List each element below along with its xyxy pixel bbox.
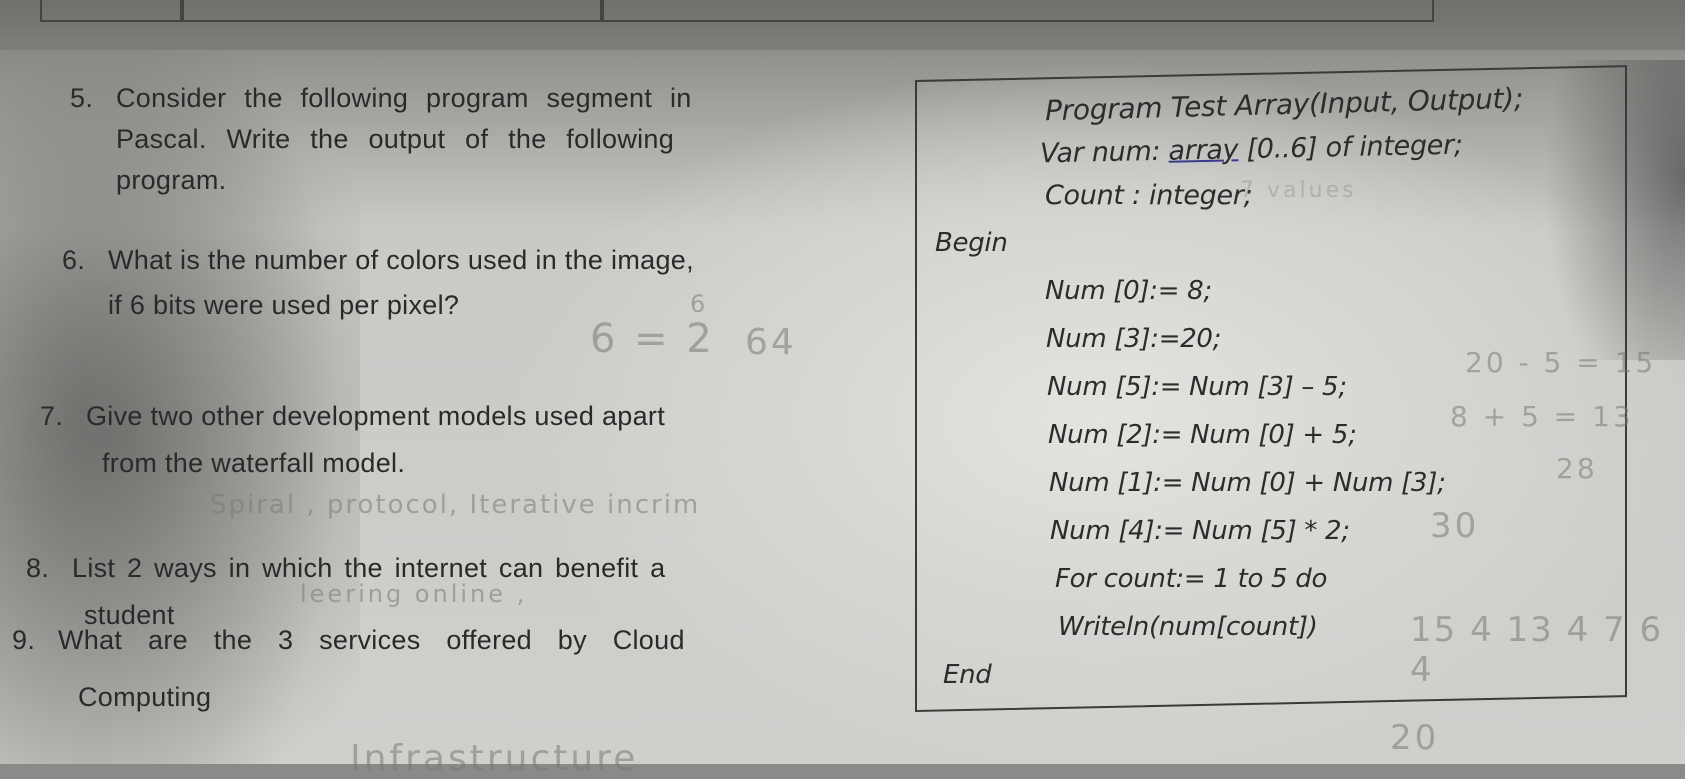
handwritten-calc: 30 <box>1430 506 1480 546</box>
handwritten-q7-answer: Spiral , protocol, Iterative incrim <box>210 490 701 520</box>
statement-line: Num [1]:= Num [0] + Num [3]; <box>1049 468 1446 498</box>
handwritten-calc: 28 <box>1556 452 1598 485</box>
statement-line: Num [5]:= Num [3] – 5; <box>1047 372 1347 402</box>
question-text-line: program. <box>116 165 227 195</box>
question-5: 5. Consider the following program segment… <box>70 78 692 201</box>
handwritten-calc: 8 + 5 = 13 <box>1450 400 1634 433</box>
question-number: 6. <box>62 245 86 275</box>
question-text-line: Give two other development models used a… <box>86 401 666 431</box>
handwritten-scribble: 7 values <box>1240 178 1357 203</box>
question-text-line: Pascal. Write the output of the followin… <box>116 124 675 154</box>
question-6: 6. What is the number of colors used in t… <box>62 240 694 326</box>
handwritten-q6-answer: 64 <box>745 322 797 363</box>
previous-table-cell <box>180 0 604 22</box>
statement-line: Num [3]:=20; <box>1046 324 1222 354</box>
var-prefix: Var num: <box>1039 135 1169 170</box>
writeln-line: Writeln(num[count]) <box>1058 612 1318 642</box>
var-keyword-underlined: array <box>1168 134 1239 167</box>
question-text-line: Computing <box>78 682 212 712</box>
previous-table-cell <box>600 0 1434 22</box>
for-loop-line: For count:= 1 to 5 do <box>1055 564 1328 594</box>
handwritten-q9-answer: Infrastructure <box>350 738 639 779</box>
question-text-line: List 2 ways in which the internet can be… <box>72 553 666 583</box>
question-number: 5. <box>70 83 94 113</box>
question-number: 7. <box>40 401 64 431</box>
statement-line: Num [0]:= 8; <box>1045 276 1212 306</box>
statement-line: Num [4]:= Num [5] * 2; <box>1050 516 1350 546</box>
question-7: 7. Give two other development models used… <box>40 396 665 484</box>
handwritten-calc: 20 - 5 = 15 <box>1465 346 1657 379</box>
handwritten-q8-answer: leering online , <box>300 580 528 608</box>
question-number: 8. <box>26 553 50 583</box>
end-keyword: End <box>943 660 992 690</box>
handwritten-digits: 20 <box>1390 718 1440 758</box>
statement-line: Num [2]:= Num [0] + 5; <box>1048 420 1357 450</box>
question-text-line: Consider the following program segment i… <box>116 83 692 113</box>
previous-page-edge <box>0 0 1685 50</box>
question-text-line: if 6 bits were used per pixel? <box>108 290 460 320</box>
question-text-line: from the waterfall model. <box>102 448 406 478</box>
count-declaration: Count : integer; <box>1045 180 1253 211</box>
question-number: 9. <box>12 625 36 655</box>
question-text-line: What are the 3 services offered by Cloud <box>58 625 685 655</box>
handwritten-output: 15 4 13 4 7 6 4 <box>1410 610 1664 690</box>
question-9: 9. What are the 3 services offered by Clo… <box>12 620 685 718</box>
var-suffix: [0..6] of integer; <box>1237 129 1463 166</box>
handwritten-q6-exponent: 6 <box>690 290 709 318</box>
previous-table-cell <box>40 0 184 22</box>
begin-keyword: Begin <box>935 228 1008 258</box>
question-text-line: What is the number of colors used in the… <box>108 245 694 275</box>
handwritten-q6-work: 6 = 2 <box>590 316 715 362</box>
